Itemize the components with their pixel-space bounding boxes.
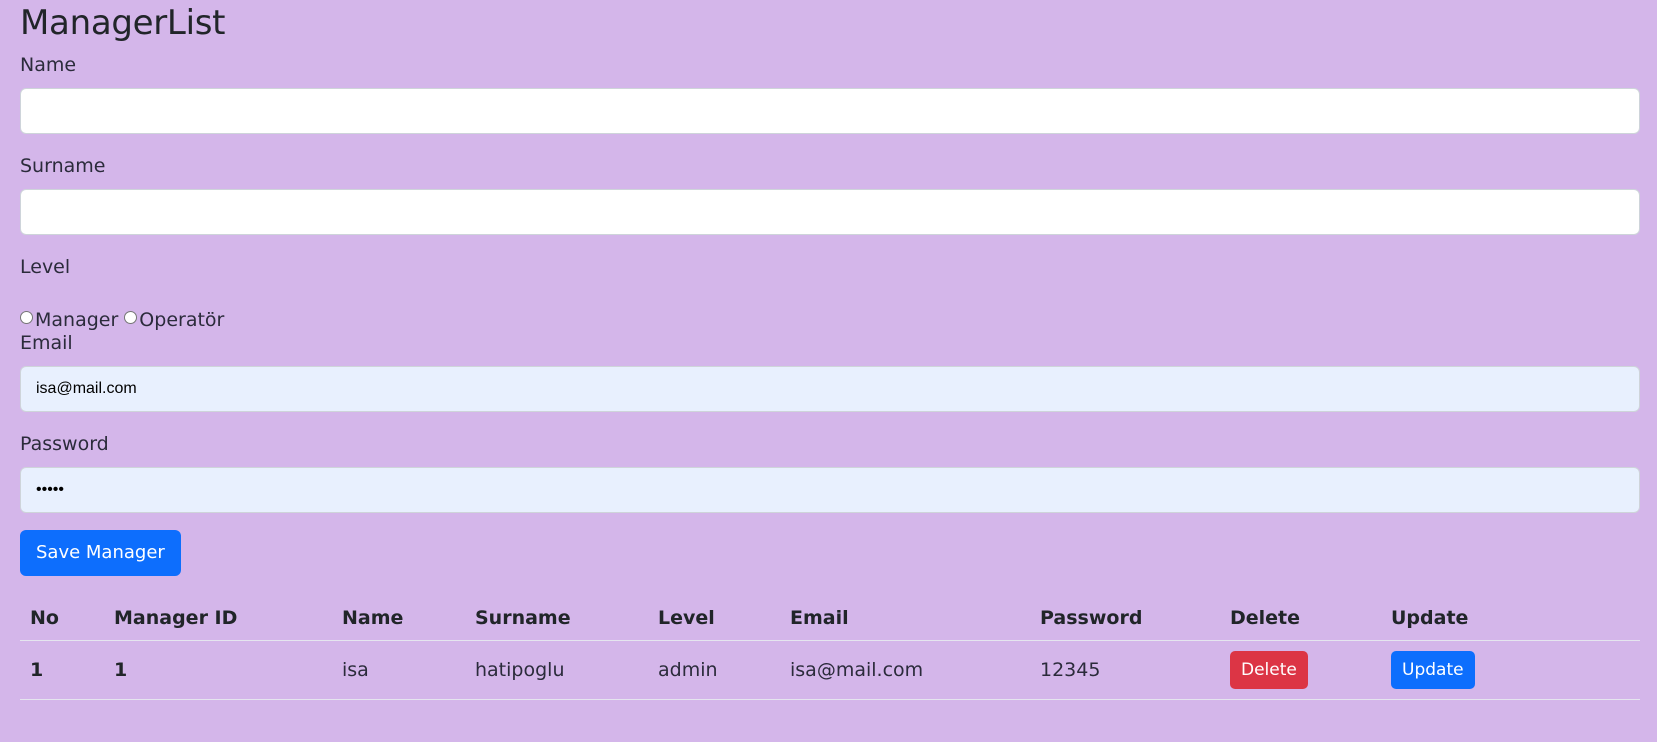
radio-operator[interactable] [124,310,138,324]
cell-level: admin [648,640,780,700]
col-password: Password [1030,596,1220,641]
radio-manager-label[interactable]: Manager [35,309,118,331]
col-no: No [20,596,104,641]
cell-delete: Delete [1220,640,1381,700]
col-surname: Surname [465,596,648,641]
page-title: ManagerList [20,3,226,43]
save-manager-button[interactable]: Save Manager [20,530,181,576]
cell-email: isa@mail.com [780,640,1030,700]
col-delete: Delete [1220,596,1381,641]
surname-input[interactable] [20,189,1640,235]
cell-name: isa [332,640,465,700]
table-header-row: No Manager ID Name Surname Level Email P… [20,596,1640,641]
cell-update: Update [1381,640,1640,700]
col-name: Name [332,596,465,641]
password-input[interactable] [20,467,1640,513]
radio-operator-label[interactable]: Operatör [139,309,224,331]
cell-manager-id: 1 [104,640,332,700]
level-label: Level [20,256,71,278]
col-level: Level [648,596,780,641]
email-input[interactable] [20,366,1640,412]
table-row: 1 1 isa hatipoglu admin isa@mail.com 123… [20,640,1640,700]
cell-surname: hatipoglu [465,640,648,700]
name-label: Name [20,54,77,76]
surname-label: Surname [20,155,106,177]
cell-no: 1 [20,640,104,700]
col-update: Update [1381,596,1640,641]
radio-manager[interactable] [20,310,33,324]
name-input[interactable] [20,88,1640,134]
update-button[interactable]: Update [1391,651,1475,689]
level-radio-group: Manager Operatör [20,308,230,332]
managers-table: No Manager ID Name Surname Level Email P… [20,596,1640,700]
delete-button[interactable]: Delete [1230,651,1308,689]
col-email: Email [780,596,1030,641]
cell-password: 12345 [1030,640,1220,700]
email-label: Email [20,332,73,354]
col-manager-id: Manager ID [104,596,332,641]
password-label: Password [20,433,109,455]
